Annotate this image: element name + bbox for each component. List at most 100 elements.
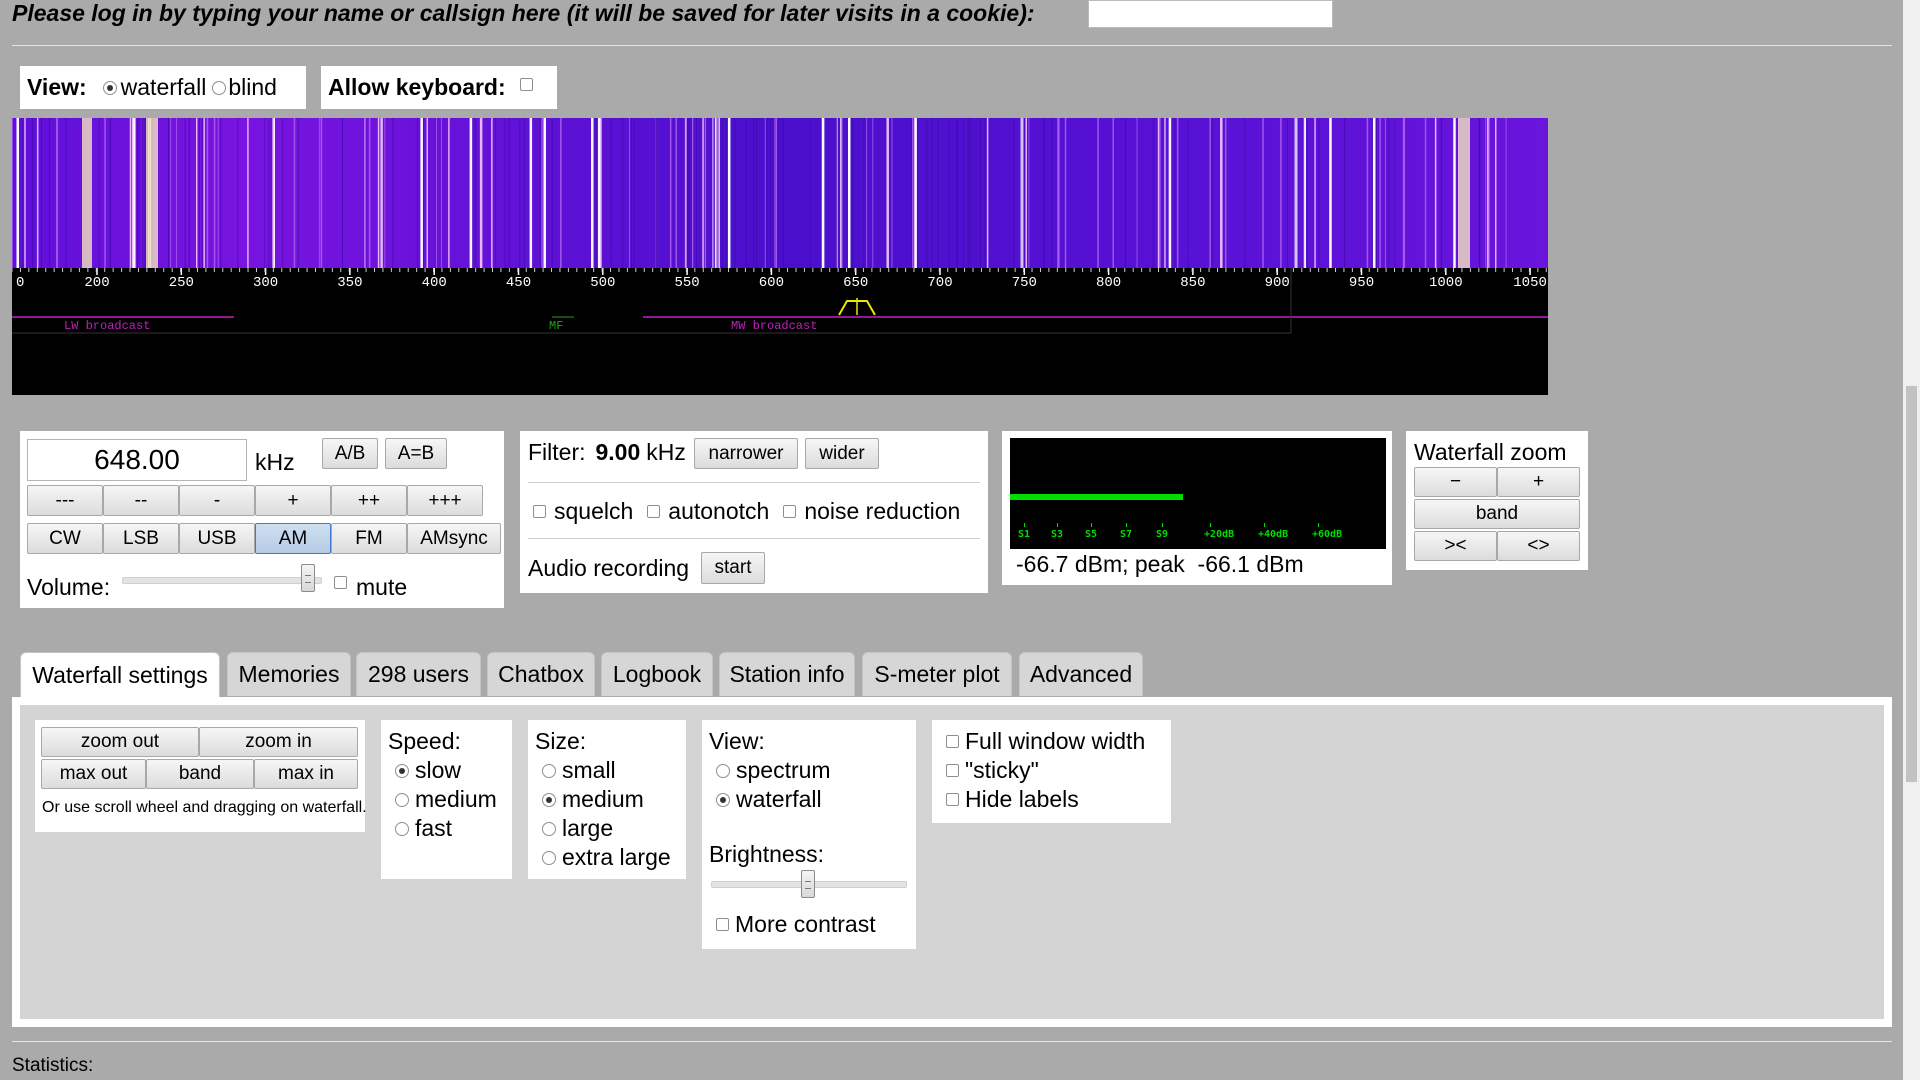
- scale-label: 950: [1349, 275, 1374, 291]
- step-down-3-button[interactable]: ---: [27, 485, 103, 516]
- wf-zoom-out-button[interactable]: zoom out: [41, 727, 199, 757]
- waterfall-svg[interactable]: 0 200 250 300 350 400 450 500 550 600 650 700 750 800…: [12, 118, 1548, 395]
- size-box: Size: small medium large extra large: [528, 720, 686, 879]
- zoom-right-button[interactable]: <>: [1497, 531, 1580, 561]
- waterfall-display[interactable]: 0 200 250 300 350 400 450 500 550 600 650 700 750 800…: [12, 118, 1548, 395]
- scale-label: 450: [506, 275, 531, 291]
- keyboard-box: Allow keyboard:: [321, 66, 557, 109]
- mode-amsync-button[interactable]: AMsync: [407, 523, 501, 554]
- mode-fm-button[interactable]: FM: [331, 523, 407, 554]
- size-small-radio[interactable]: [542, 763, 556, 778]
- mode-usb-button[interactable]: USB: [179, 523, 255, 554]
- more-contrast-checkbox[interactable]: [716, 918, 729, 931]
- page-scrollbar[interactable]: [1903, 0, 1920, 1080]
- band-label: LW broadcast: [64, 319, 150, 333]
- waterfall-background: [12, 118, 1548, 268]
- scale-label: 750: [1012, 275, 1037, 291]
- scale-label: 500: [590, 275, 615, 291]
- size-extra-large-radio[interactable]: [542, 850, 556, 865]
- scale-label: 850: [1180, 275, 1205, 291]
- full-window-width-label: Full window width: [965, 728, 1146, 754]
- zoom-band-button[interactable]: band: [1414, 499, 1580, 529]
- mode-am-button[interactable]: AM: [255, 523, 331, 554]
- brightness-slider-thumb[interactable]: [801, 870, 815, 898]
- volume-slider-thumb[interactable]: [301, 564, 315, 592]
- wf-zoom-in-button[interactable]: zoom in: [199, 727, 358, 757]
- step-up-1-button[interactable]: +: [255, 485, 331, 516]
- step-up-3-button[interactable]: +++: [407, 485, 483, 516]
- tab-smeter-plot[interactable]: S-meter plot: [862, 652, 1012, 696]
- mode-lsb-button[interactable]: LSB: [103, 523, 179, 554]
- view-waterfall-radio[interactable]: [102, 80, 117, 95]
- scale-label: 350: [337, 275, 362, 291]
- wf-band-button[interactable]: band: [146, 759, 254, 789]
- wf-view-waterfall-radio[interactable]: [716, 792, 730, 807]
- smeter-scale-tick: [1057, 523, 1058, 527]
- tab-chatbox[interactable]: Chatbox: [487, 652, 595, 696]
- wider-button[interactable]: wider: [805, 438, 879, 469]
- scale-label: 900: [1265, 275, 1290, 291]
- scale-label: 600: [759, 275, 784, 291]
- size-medium-radio[interactable]: [542, 792, 556, 807]
- statistics-label: Statistics:: [12, 1055, 94, 1076]
- smeter-bar: [1010, 494, 1183, 500]
- tab-logbook[interactable]: Logbook: [601, 652, 713, 696]
- tab-users[interactable]: 298 users: [356, 652, 481, 696]
- login-name-input[interactable]: [1088, 0, 1333, 28]
- autonotch-label: autonotch: [668, 498, 770, 524]
- scale-label: 0: [16, 275, 24, 291]
- volume-label: Volume:: [27, 574, 111, 600]
- smeter-scale-tick: [1024, 523, 1025, 527]
- speed-medium-radio[interactable]: [395, 792, 409, 807]
- sticky-checkbox[interactable]: [946, 764, 959, 777]
- tab-advanced[interactable]: Advanced: [1019, 652, 1143, 696]
- step-down-1-button[interactable]: -: [179, 485, 255, 516]
- size-label: Size:: [535, 728, 587, 754]
- size-large-radio[interactable]: [542, 821, 556, 836]
- speed-fast-radio[interactable]: [395, 821, 409, 836]
- ab-button[interactable]: A/B: [322, 438, 378, 469]
- wf-view-spectrum-radio[interactable]: [716, 763, 730, 778]
- a-eq-b-button[interactable]: A=B: [385, 438, 447, 469]
- narrower-button[interactable]: narrower: [694, 438, 798, 469]
- view-blind-radio[interactable]: [212, 80, 227, 95]
- volume-slider-track[interactable]: [122, 577, 322, 584]
- speed-medium-label: medium: [415, 786, 497, 812]
- wf-zoom-box: zoom out zoom in max out band max in Or …: [35, 720, 367, 832]
- frequency-input[interactable]: 648.00: [27, 439, 247, 481]
- scale-label: 300: [253, 275, 278, 291]
- speed-label: Speed:: [388, 728, 461, 754]
- noise-reduction-checkbox[interactable]: [783, 505, 797, 518]
- step-down-2-button[interactable]: --: [103, 485, 179, 516]
- full-window-width-checkbox[interactable]: [946, 735, 959, 748]
- zoom-plus-button[interactable]: +: [1497, 467, 1580, 497]
- smeter-scale-label: S3: [1051, 529, 1064, 540]
- wf-max-in-button[interactable]: max in: [254, 759, 358, 789]
- hide-labels-checkbox[interactable]: [946, 793, 959, 806]
- frequency-unit: kHz: [255, 449, 295, 475]
- smeter-scale-tick: [1264, 523, 1265, 527]
- recording-start-button[interactable]: start: [701, 552, 765, 584]
- scale-label: 400: [422, 275, 447, 291]
- tab-memories[interactable]: Memories: [227, 652, 351, 696]
- speed-slow-radio[interactable]: [395, 763, 409, 778]
- zoom-left-button[interactable]: ><: [1414, 531, 1497, 561]
- wf-max-out-button[interactable]: max out: [41, 759, 146, 789]
- mute-checkbox[interactable]: [334, 576, 347, 589]
- tab-waterfall-settings[interactable]: Waterfall settings: [20, 652, 220, 698]
- keyboard-checkbox[interactable]: [519, 78, 533, 91]
- filter-divider-2: [528, 538, 980, 539]
- mode-cw-button[interactable]: CW: [27, 523, 103, 554]
- size-extra-large-label: extra large: [562, 844, 671, 870]
- wf-view-box: View: spectrum waterfall Brightness: Mor…: [702, 720, 916, 949]
- audio-recording-label: Audio recording: [528, 555, 690, 581]
- step-up-2-button[interactable]: ++: [331, 485, 407, 516]
- tab-station-info[interactable]: Station info: [719, 652, 855, 696]
- zoom-minus-button[interactable]: −: [1414, 467, 1497, 497]
- speed-fast-label: fast: [415, 815, 453, 841]
- scale-label: 650: [843, 275, 868, 291]
- autonotch-checkbox[interactable]: [647, 505, 661, 518]
- squelch-checkbox[interactable]: [533, 505, 546, 518]
- band-label: MW broadcast: [731, 319, 817, 333]
- page-scrollbar-thumb[interactable]: [1906, 386, 1917, 782]
